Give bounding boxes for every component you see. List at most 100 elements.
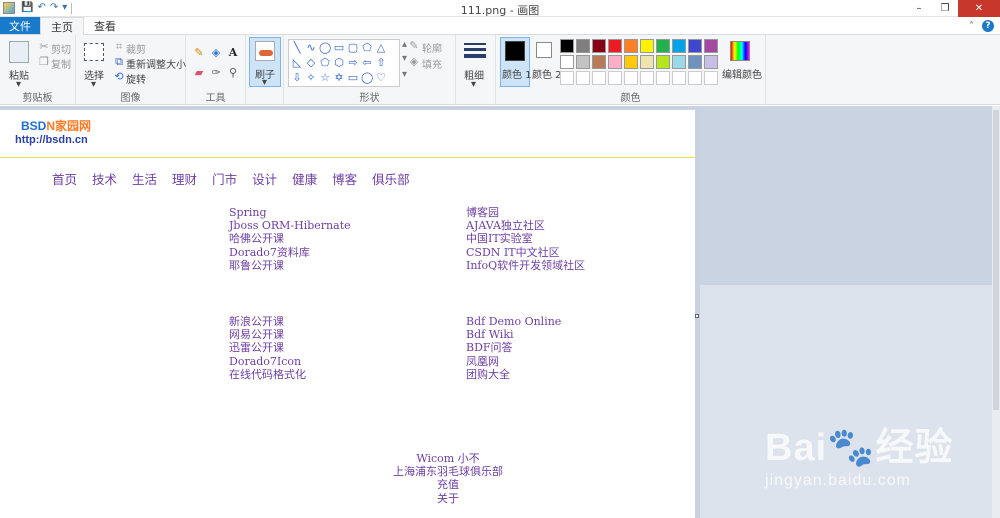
crop-icon[interactable]: ⌗ [113,41,125,53]
color-swatch[interactable] [704,71,718,85]
diamond-shape-icon[interactable]: ◇ [305,57,317,69]
color-swatch[interactable] [592,39,606,53]
color-swatch[interactable] [576,39,590,53]
down-arrow-shape-icon[interactable]: ⇩ [291,72,303,84]
color-swatch[interactable] [560,39,574,53]
color-swatch[interactable] [608,55,622,69]
scrollbar-thumb[interactable] [993,110,999,410]
close-button[interactable]: ✕ [958,0,1000,17]
restore-button[interactable]: ❐ [932,0,958,17]
right-triangle-shape-icon[interactable]: ◺ [291,57,303,69]
four-point-star-shape-icon[interactable]: ✧ [305,72,317,84]
customize-qa-icon[interactable]: ▾ [62,2,67,14]
color-swatch[interactable] [704,39,718,53]
five-point-star-shape-icon[interactable]: ☆ [319,72,331,84]
copy-icon[interactable]: ❐ [38,56,50,68]
color-swatch[interactable] [688,71,702,85]
color-swatch[interactable] [560,71,574,85]
cut-button[interactable]: 剪切 [51,41,71,56]
callout-rect-shape-icon[interactable]: ▭ [347,72,359,84]
color2-swatch[interactable] [536,42,552,58]
color2-label[interactable]: 颜色 2 [532,66,562,81]
color-swatch[interactable] [608,71,622,85]
eraser-icon[interactable]: ▰ [193,67,205,79]
brush-button[interactable]: 刷子 ▾ [249,37,281,88]
text-icon[interactable]: A [227,47,239,59]
canvas-resize-handle[interactable] [695,314,699,318]
hexagon-shape-icon[interactable]: ⬡ [333,57,345,69]
color-swatch[interactable] [672,71,686,85]
color-swatch[interactable] [624,55,638,69]
up-arrow-shape-icon[interactable]: ⇧ [375,57,387,69]
drawing-canvas[interactable]: BSDN家园网 http://bsdn.cn 首页 技术 生活 理财 门市 设计… [0,110,695,518]
fill-shape-icon[interactable]: ◈ [408,56,420,68]
size-group[interactable]: 粗细 ▾ [456,35,496,105]
color-swatch[interactable] [656,55,670,69]
color-swatch[interactable] [640,71,654,85]
tab-file[interactable]: 文件 [0,17,40,34]
pencil-icon[interactable]: ✎ [193,47,205,59]
resize-icon[interactable]: ⧉ [113,56,125,68]
shapes-more-icon[interactable]: ▾ [402,69,407,80]
shapes-scroll-down-icon[interactable]: ▾ [402,53,407,64]
copy-button[interactable]: 复制 [51,56,71,71]
rotate-button[interactable]: 旋转 [126,71,146,86]
polygon-shape-icon[interactable]: ⬠ [361,42,373,54]
help-icon[interactable]: ? [982,20,994,32]
tab-home[interactable]: 主页 [40,17,84,36]
redo-icon[interactable]: ↷ [50,2,58,14]
oval-shape-icon[interactable]: ◯ [319,42,331,54]
color-swatch[interactable] [576,55,590,69]
cut-icon[interactable]: ✂ [38,41,50,53]
color-swatch[interactable] [672,55,686,69]
color-swatch[interactable] [688,39,702,53]
color-swatch[interactable] [624,39,638,53]
color-swatch[interactable] [592,55,606,69]
shapes-scroll-up-icon[interactable]: ▴ [402,39,407,50]
color-swatch[interactable] [640,39,654,53]
right-arrow-shape-icon[interactable]: ⇨ [347,57,359,69]
color-swatch[interactable] [656,71,670,85]
size-dropdown-icon[interactable]: ▾ [471,79,476,90]
save-icon[interactable]: 💾 [21,2,33,14]
paste-icon[interactable] [9,41,29,63]
heart-shape-icon[interactable]: ♡ [375,72,387,84]
edit-colors-button[interactable]: 编辑颜色 [722,66,762,81]
crop-button[interactable]: 裁剪 [126,41,146,56]
color-swatch[interactable] [592,71,606,85]
pentagon-shape-icon[interactable]: ⬠ [319,57,331,69]
triangle-shape-icon[interactable]: △ [375,42,387,54]
select-icon[interactable] [84,43,104,61]
color-swatch[interactable] [640,55,654,69]
rectangle-shape-icon[interactable]: ▭ [333,42,345,54]
color-swatch[interactable] [608,39,622,53]
fill-icon[interactable]: ◈ [210,47,222,59]
collapse-ribbon-icon[interactable]: ˄ [969,21,974,32]
color-swatch[interactable] [688,55,702,69]
minimize-button[interactable]: – [906,0,932,17]
undo-icon[interactable]: ↶ [37,2,45,14]
color-swatch[interactable] [672,39,686,53]
color-swatch[interactable] [560,55,574,69]
magnifier-icon[interactable]: ⚲ [227,67,239,79]
line-shape-icon[interactable]: ╲ [291,42,303,54]
rotate-icon[interactable]: ⟲ [113,71,125,83]
color-swatch[interactable] [624,71,638,85]
outline-button[interactable]: 轮廓 [422,40,442,55]
outline-icon[interactable]: ✎ [408,40,420,52]
color-swatch[interactable] [576,71,590,85]
color-swatch[interactable] [656,39,670,53]
color1-button[interactable]: 颜色 1 [500,37,532,87]
tab-view[interactable]: 查看 [84,17,126,34]
rounded-rectangle-shape-icon[interactable]: ▢ [347,42,359,54]
callout-oval-shape-icon[interactable]: ◯ [361,72,373,84]
curve-shape-icon[interactable]: ∿ [305,42,317,54]
six-point-star-shape-icon[interactable]: ✡ [333,72,345,84]
edit-colors-icon[interactable] [730,41,750,61]
resize-button[interactable]: 重新调整大小 [126,56,186,71]
paint-app-icon[interactable] [3,2,15,14]
color-picker-icon[interactable]: ✑ [210,67,222,79]
color-swatch[interactable] [704,55,718,69]
left-arrow-shape-icon[interactable]: ⇦ [361,57,373,69]
fill-button[interactable]: 填充 [422,56,442,71]
